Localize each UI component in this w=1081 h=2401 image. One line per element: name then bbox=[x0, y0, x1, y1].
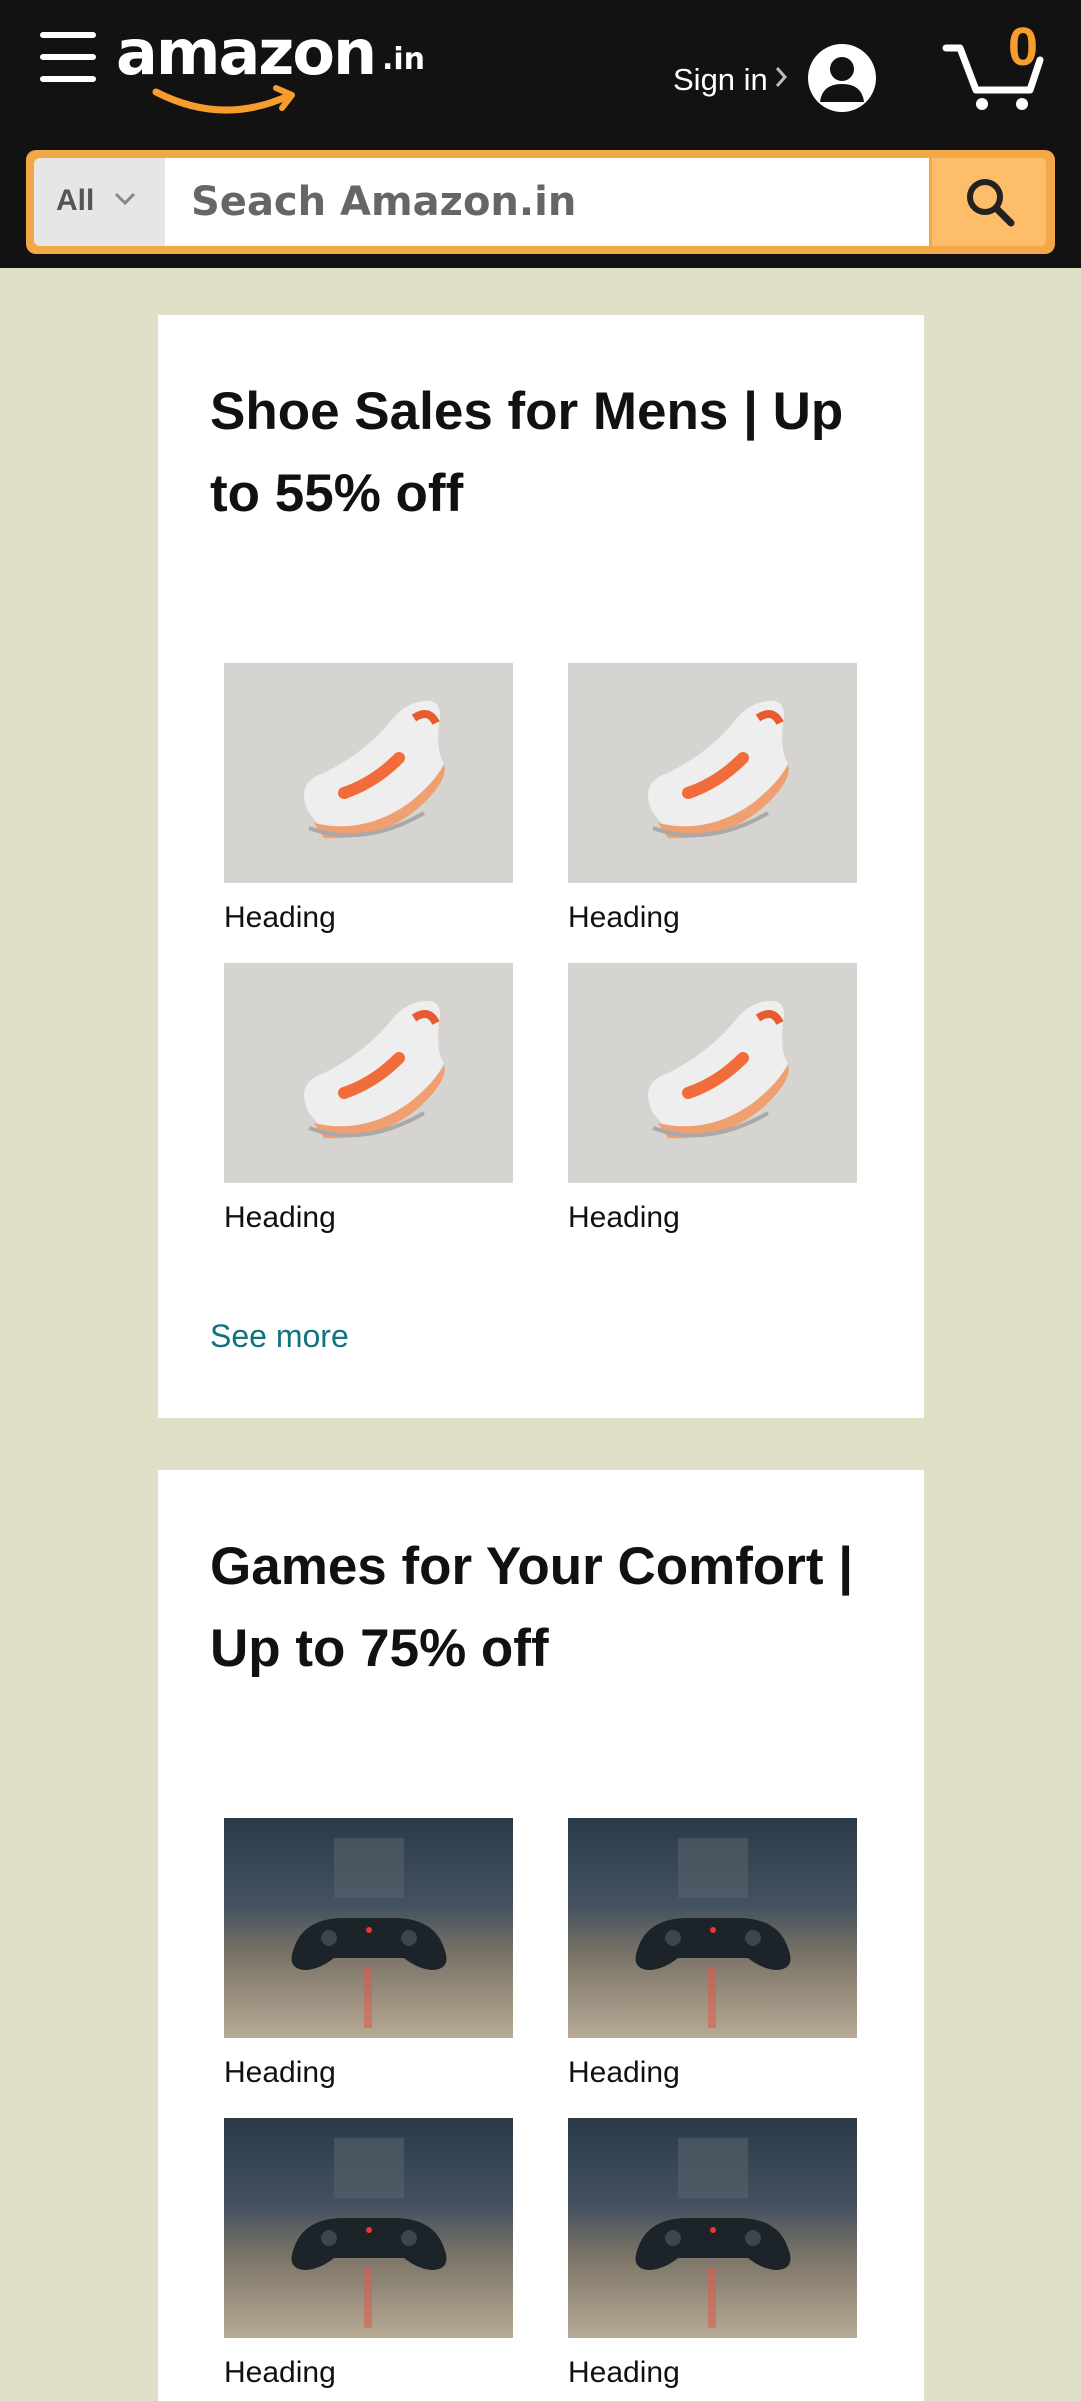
cart-count-badge: 0 bbox=[1007, 17, 1039, 77]
product-tile[interactable]: Heading bbox=[568, 2118, 857, 2390]
game-controller-image[interactable] bbox=[224, 1818, 513, 2038]
search-icon bbox=[967, 179, 1015, 227]
logo-text: amazon bbox=[116, 16, 377, 89]
game-controller-image[interactable] bbox=[224, 2118, 513, 2338]
product-heading: Heading bbox=[224, 1201, 336, 1234]
games-card: Games for Your Comfort | Up to 75% off H… bbox=[158, 1470, 924, 2401]
sneaker-image[interactable] bbox=[224, 663, 513, 883]
sign-in-link[interactable]: Sign in bbox=[673, 62, 768, 98]
sneaker-image[interactable] bbox=[568, 663, 857, 883]
card-title: Games for Your Comfort | Up to 75% off bbox=[210, 1537, 854, 1678]
search-category-label: All bbox=[56, 184, 95, 217]
product-tile[interactable]: Heading bbox=[224, 2118, 513, 2390]
product-heading: Heading bbox=[224, 2056, 336, 2089]
product-tile[interactable]: Heading bbox=[568, 663, 857, 935]
game-controller-image[interactable] bbox=[568, 2118, 857, 2338]
sneaker-image[interactable] bbox=[224, 963, 513, 1183]
product-tile[interactable]: Heading bbox=[224, 963, 513, 1235]
amazon-logo[interactable]: amazon .in bbox=[116, 16, 436, 122]
product-heading: Heading bbox=[224, 901, 336, 934]
user-avatar-icon[interactable] bbox=[808, 44, 876, 112]
product-tile[interactable]: Heading bbox=[568, 1818, 857, 2090]
product-heading: Heading bbox=[568, 2056, 680, 2089]
game-controller-image[interactable] bbox=[568, 1818, 857, 2038]
product-tile[interactable]: Heading bbox=[568, 963, 857, 1235]
hamburger-menu-icon[interactable] bbox=[40, 32, 96, 84]
product-heading: Heading bbox=[568, 2356, 680, 2389]
product-heading: Heading bbox=[568, 1201, 680, 1234]
logo-tld: .in bbox=[382, 42, 426, 77]
search-button[interactable] bbox=[932, 158, 1046, 246]
chevron-right-icon bbox=[775, 67, 788, 87]
search-input[interactable] bbox=[165, 158, 929, 246]
chevron-down-icon bbox=[114, 192, 136, 206]
card-title: Shoe Sales for Mens | Up to 55% off bbox=[210, 382, 844, 523]
sneaker-image[interactable] bbox=[568, 963, 857, 1183]
product-heading: Heading bbox=[224, 2356, 336, 2389]
shoe-sales-card: Shoe Sales for Mens | Up to 55% off Head… bbox=[158, 315, 924, 1418]
product-tile[interactable]: Heading bbox=[224, 1818, 513, 2090]
see-more-link[interactable]: See more bbox=[210, 1318, 349, 1355]
product-tile[interactable]: Heading bbox=[224, 663, 513, 935]
logo-smile-icon bbox=[152, 85, 295, 114]
product-heading: Heading bbox=[568, 901, 680, 934]
search-category-dropdown[interactable]: All bbox=[34, 158, 165, 246]
